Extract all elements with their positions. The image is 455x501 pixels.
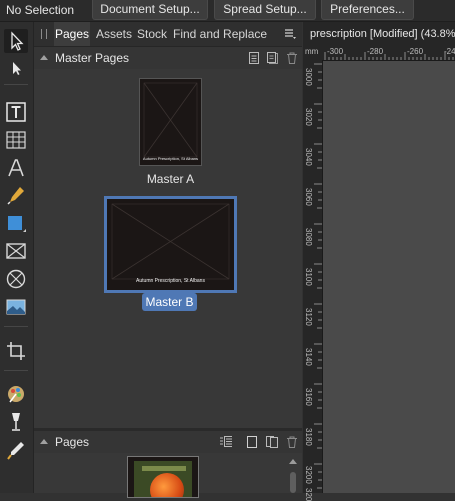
tool-separator	[4, 370, 28, 371]
horizontal-ruler[interactable]: mm -300 -280 -260 -24	[303, 46, 455, 61]
delete-page-icon[interactable]	[286, 436, 298, 448]
ruler-v-label: 3100	[304, 268, 313, 286]
frame-text-tool-icon[interactable]	[4, 100, 28, 124]
scroll-up-icon[interactable]	[289, 459, 297, 464]
ruler-v-label: 3140	[304, 348, 313, 366]
spread-setup-button[interactable]: Spread Setup...	[214, 0, 316, 20]
tool-separator	[4, 326, 28, 327]
page-1-thumbnail[interactable]	[127, 456, 199, 498]
ruler-v-label: 3060	[304, 188, 313, 206]
pages-scrollbar-thumb[interactable]	[290, 472, 296, 493]
preferences-button[interactable]: Preferences...	[321, 0, 414, 20]
ellipse-frame-tool-icon[interactable]	[4, 267, 28, 291]
document-tab[interactable]: prescription [Modified] (43.8%	[303, 22, 455, 46]
selection-status: No Selection	[6, 3, 75, 17]
ruler-h-label: -24	[444, 47, 455, 56]
document-setup-button[interactable]: Document Setup...	[92, 0, 208, 20]
ruler-h-label: -280	[367, 47, 384, 56]
shape-tool-icon[interactable]	[4, 211, 28, 235]
panel-menu-icon[interactable]	[284, 28, 296, 40]
tab-pages[interactable]: Pages	[54, 22, 90, 46]
pages-panel: Pages Assets Stock Find and Replace Mast…	[34, 22, 302, 498]
color-picker-tool-icon[interactable]	[4, 382, 28, 406]
master-a-label[interactable]: Master A	[140, 172, 201, 186]
node-tool-icon[interactable]	[4, 56, 28, 80]
master-a-thumbnail[interactable]: Autumn Prescription, St Albans	[140, 79, 201, 165]
ruler-v-label: 3080	[304, 228, 313, 246]
master-b-thumbnail[interactable]: Autumn Prescription, St Albans	[107, 199, 234, 290]
add-page-icon[interactable]	[246, 436, 258, 448]
page-options-icon[interactable]	[220, 436, 232, 448]
ruler-h-label: -260	[407, 47, 424, 56]
crop-tool-icon[interactable]	[4, 339, 28, 363]
add-master-icon[interactable]	[267, 52, 279, 64]
fill-tool-icon[interactable]	[4, 410, 28, 434]
tool-separator	[4, 84, 28, 85]
delete-master-icon[interactable]	[286, 52, 298, 64]
page-spread-icon[interactable]	[266, 436, 278, 448]
move-tool-icon[interactable]	[4, 29, 28, 53]
ruler-h-label: -300	[327, 47, 344, 56]
collapse-caret-icon[interactable]	[40, 439, 48, 444]
ruler-v-label: 3000	[304, 68, 313, 86]
master-a-thumb-caption: Autumn Prescription, St Albans	[142, 156, 199, 161]
table-tool-icon[interactable]	[4, 128, 28, 152]
artistic-text-tool-icon[interactable]	[4, 156, 28, 180]
page-1-photo-subject	[150, 473, 184, 497]
page-1-photo-banner	[142, 466, 186, 471]
picture-frame-tool-icon[interactable]	[4, 239, 28, 263]
master-options-icon[interactable]	[248, 52, 260, 64]
page-1-photo	[134, 461, 192, 497]
pages-header: Pages	[34, 431, 302, 453]
master-b-thumb-caption: Autumn Prescription, St Albans	[136, 278, 205, 284]
ruler-v-label: 3120	[304, 308, 313, 326]
pen-tool-icon[interactable]	[4, 183, 28, 207]
ruler-v-label: 3180	[304, 428, 313, 446]
pages-title: Pages	[55, 435, 90, 449]
vertical-ruler[interactable]: 3000 3020 3040 3060 3080 3100 3120 3140 …	[303, 60, 323, 501]
ruler-v-label: 3020	[304, 108, 313, 126]
master-pages-header: Master Pages	[34, 47, 302, 69]
context-toolbar: No Selection Document Setup... Spread Se…	[0, 0, 455, 22]
tools-panel	[0, 22, 34, 493]
ruler-v-label: 3160	[304, 388, 313, 406]
ruler-unit-label: mm	[305, 47, 319, 56]
tab-find-and-replace[interactable]: Find and Replace	[173, 22, 267, 46]
ruler-v-label: 320	[304, 488, 313, 501]
tab-stock[interactable]: Stock	[137, 22, 167, 46]
transparency-tool-icon[interactable]	[4, 438, 28, 462]
panel-grip-icon[interactable]	[41, 29, 47, 39]
ruler-v-label: 3040	[304, 148, 313, 166]
master-b-label[interactable]: Master B	[142, 293, 197, 311]
panel-tab-bar: Pages Assets Stock Find and Replace	[34, 22, 302, 47]
tab-assets[interactable]: Assets	[96, 22, 132, 46]
collapse-caret-icon[interactable]	[40, 55, 48, 60]
ruler-v-label: 3200	[304, 466, 313, 484]
document-view: prescription [Modified] (43.8% mm -300 -…	[303, 22, 455, 501]
place-image-tool-icon[interactable]	[4, 295, 28, 319]
document-tab-title: prescription [Modified] (43.8%	[310, 28, 455, 40]
master-pages-title: Master Pages	[55, 51, 130, 65]
